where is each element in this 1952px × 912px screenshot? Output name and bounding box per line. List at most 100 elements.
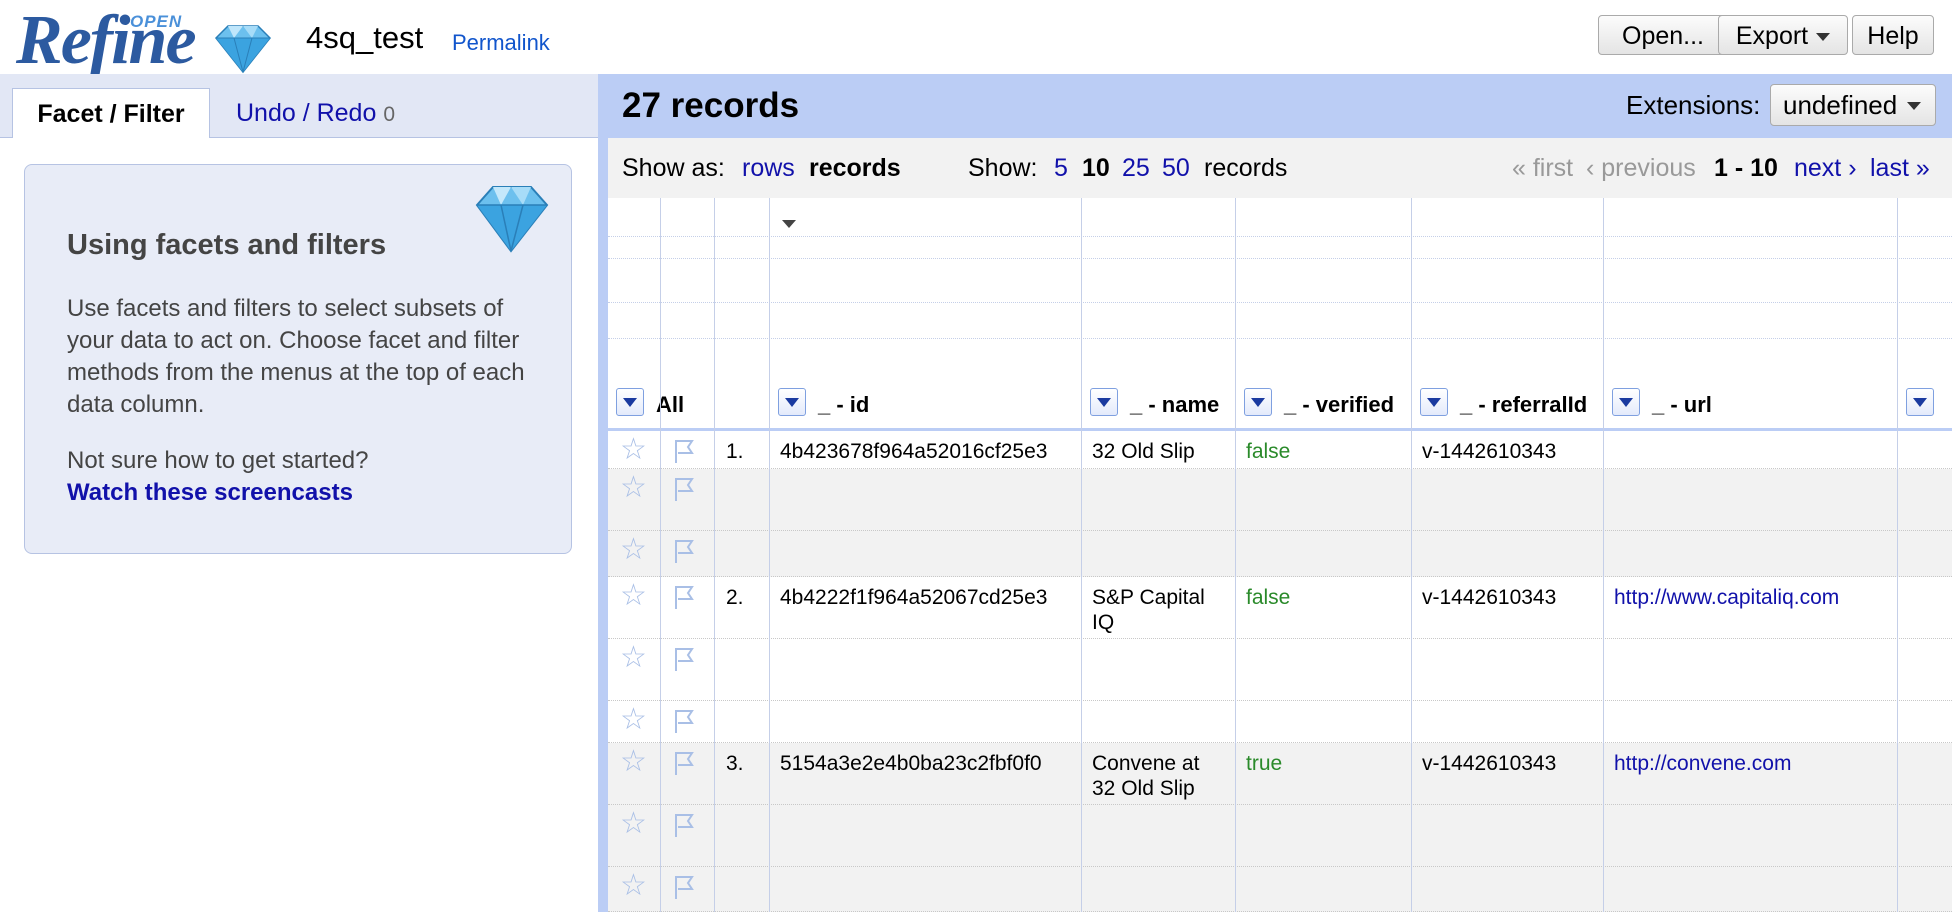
extensions-value: undefined xyxy=(1783,90,1898,120)
column-divider xyxy=(1897,198,1898,912)
tab-facet-filter-label: Facet / Filter xyxy=(37,100,185,128)
column-menu-button[interactable] xyxy=(1906,388,1934,416)
previous-page: ‹ previous xyxy=(1586,154,1696,182)
column-menu-button[interactable] xyxy=(1090,388,1118,416)
table-row: ☆ xyxy=(608,469,1952,531)
cell-verified[interactable]: false xyxy=(1246,439,1290,464)
page-range: 1 - 10 xyxy=(1714,154,1778,182)
flag-icon[interactable] xyxy=(670,873,698,901)
table-row: ☆ xyxy=(608,867,1952,912)
column-menu-button[interactable] xyxy=(778,388,806,416)
flag-icon[interactable] xyxy=(670,475,698,503)
column-divider xyxy=(714,198,715,912)
logo-open: OPEN xyxy=(130,12,183,31)
table-row: ☆ xyxy=(608,701,1952,743)
flag-icon[interactable] xyxy=(670,811,698,839)
project-name[interactable]: 4sq_test xyxy=(306,20,423,56)
open-button[interactable]: Open... xyxy=(1598,15,1728,55)
column-menu-button[interactable] xyxy=(1612,388,1640,416)
header-divider xyxy=(608,338,1952,339)
last-page[interactable]: last » xyxy=(1870,154,1930,183)
table-row: ☆ xyxy=(608,531,1952,577)
table-row: ☆ xyxy=(608,805,1952,867)
column-id: _ - id xyxy=(770,378,1080,428)
left-panel-body: Using facets and filters Use facets and … xyxy=(0,138,598,912)
star-icon[interactable]: ☆ xyxy=(620,705,647,735)
page-size-50[interactable]: 50 xyxy=(1162,154,1190,183)
tab-undo-redo[interactable]: Undo / Redo 0 xyxy=(236,88,395,138)
column-referral: _ - referralId xyxy=(1412,378,1602,428)
column-menu-button[interactable] xyxy=(1420,388,1448,416)
cell-id[interactable]: 4b423678f964a52016cf25e3 xyxy=(780,439,1047,464)
table-row: ☆ 2. 4b4222f1f964a52067cd25e3 S&P Capita… xyxy=(608,577,1952,639)
star-icon[interactable]: ☆ xyxy=(620,871,647,901)
records-suffix: records xyxy=(1204,154,1288,182)
flag-icon[interactable] xyxy=(670,707,698,735)
facet-help-box: Using facets and filters Use facets and … xyxy=(24,164,572,554)
star-icon[interactable]: ☆ xyxy=(620,473,647,503)
screencasts-link[interactable]: Watch these screencasts xyxy=(67,479,353,507)
show-label: Show: xyxy=(968,154,1038,182)
column-group-arrow-icon[interactable] xyxy=(782,220,796,228)
star-icon[interactable]: ☆ xyxy=(620,581,647,611)
page-size-25[interactable]: 25 xyxy=(1122,154,1150,183)
column-verified: _ - verified xyxy=(1236,378,1410,428)
chevron-down-icon xyxy=(1816,33,1831,42)
column-next xyxy=(1898,378,1952,428)
flag-icon[interactable] xyxy=(670,437,698,465)
show-as-records: records xyxy=(809,154,901,182)
column-menu-button[interactable] xyxy=(616,388,644,416)
flag-icon[interactable] xyxy=(670,537,698,565)
flag-icon[interactable] xyxy=(670,645,698,673)
open-button-label: Open... xyxy=(1622,22,1704,50)
row-index: 1. xyxy=(726,440,744,463)
help-question: Not sure how to get started? xyxy=(67,447,369,474)
cell-verified[interactable]: false xyxy=(1246,585,1290,610)
openrefine-logo[interactable]: Refine OPEN xyxy=(16,6,278,76)
star-icon[interactable]: ☆ xyxy=(620,747,647,777)
star-icon[interactable]: ☆ xyxy=(620,643,647,673)
column-divider xyxy=(1081,198,1082,912)
cell-url[interactable]: http://www.capitaliq.com xyxy=(1614,585,1839,610)
cell-verified[interactable]: true xyxy=(1246,751,1282,776)
summary-bar: 27 records Extensions: undefined xyxy=(608,74,1952,138)
column-menu-button[interactable] xyxy=(1244,388,1272,416)
flag-icon[interactable] xyxy=(670,749,698,777)
column-url: _ - url xyxy=(1604,378,1896,428)
show-as-label: Show as: xyxy=(622,154,725,182)
help-text: Use facets and filters to select subsets… xyxy=(67,295,525,418)
column-header-row: All _ - id _ - name _ - verified _ - ref… xyxy=(608,378,1952,431)
cell-id[interactable]: 5154a3e2e4b0ba23c2fbf0f0 xyxy=(780,751,1042,776)
header-divider xyxy=(608,236,1952,237)
first-page: « first xyxy=(1512,154,1574,182)
page-size-5[interactable]: 5 xyxy=(1054,154,1068,183)
cell-name[interactable]: S&P Capital IQ xyxy=(1092,585,1222,635)
help-button[interactable]: Help xyxy=(1852,15,1934,55)
column-divider xyxy=(660,198,661,912)
cell-name[interactable]: 32 Old Slip xyxy=(1092,439,1232,464)
extensions-select[interactable]: undefined xyxy=(1770,84,1936,126)
export-button-label: Export xyxy=(1735,22,1809,50)
flag-icon[interactable] xyxy=(670,583,698,611)
table-row: ☆ xyxy=(608,639,1952,701)
column-divider xyxy=(1411,198,1412,912)
permalink-link[interactable]: Permalink xyxy=(452,30,550,56)
header-divider xyxy=(608,302,1952,303)
header-divider xyxy=(608,258,1952,259)
cell-url[interactable]: http://convene.com xyxy=(1614,751,1791,776)
cell-referral[interactable]: v-1442610343 xyxy=(1422,439,1556,464)
column-divider xyxy=(1235,198,1236,912)
star-icon[interactable]: ☆ xyxy=(620,809,647,839)
cell-referral[interactable]: v-1442610343 xyxy=(1422,751,1556,776)
star-icon[interactable]: ☆ xyxy=(620,435,647,465)
export-button[interactable]: Export xyxy=(1718,15,1848,55)
show-as-rows[interactable]: rows xyxy=(742,154,795,183)
column-referral-title: _ - referralId xyxy=(1460,392,1588,417)
cell-referral[interactable]: v-1442610343 xyxy=(1422,585,1556,610)
panel-divider[interactable] xyxy=(598,74,608,912)
cell-name[interactable]: Convene at 32 Old Slip xyxy=(1092,751,1222,801)
tab-facet-filter[interactable]: Facet / Filter xyxy=(12,88,210,139)
star-icon[interactable]: ☆ xyxy=(620,535,647,565)
cell-id[interactable]: 4b4222f1f964a52067cd25e3 xyxy=(780,585,1047,610)
next-page[interactable]: next › xyxy=(1794,154,1857,183)
